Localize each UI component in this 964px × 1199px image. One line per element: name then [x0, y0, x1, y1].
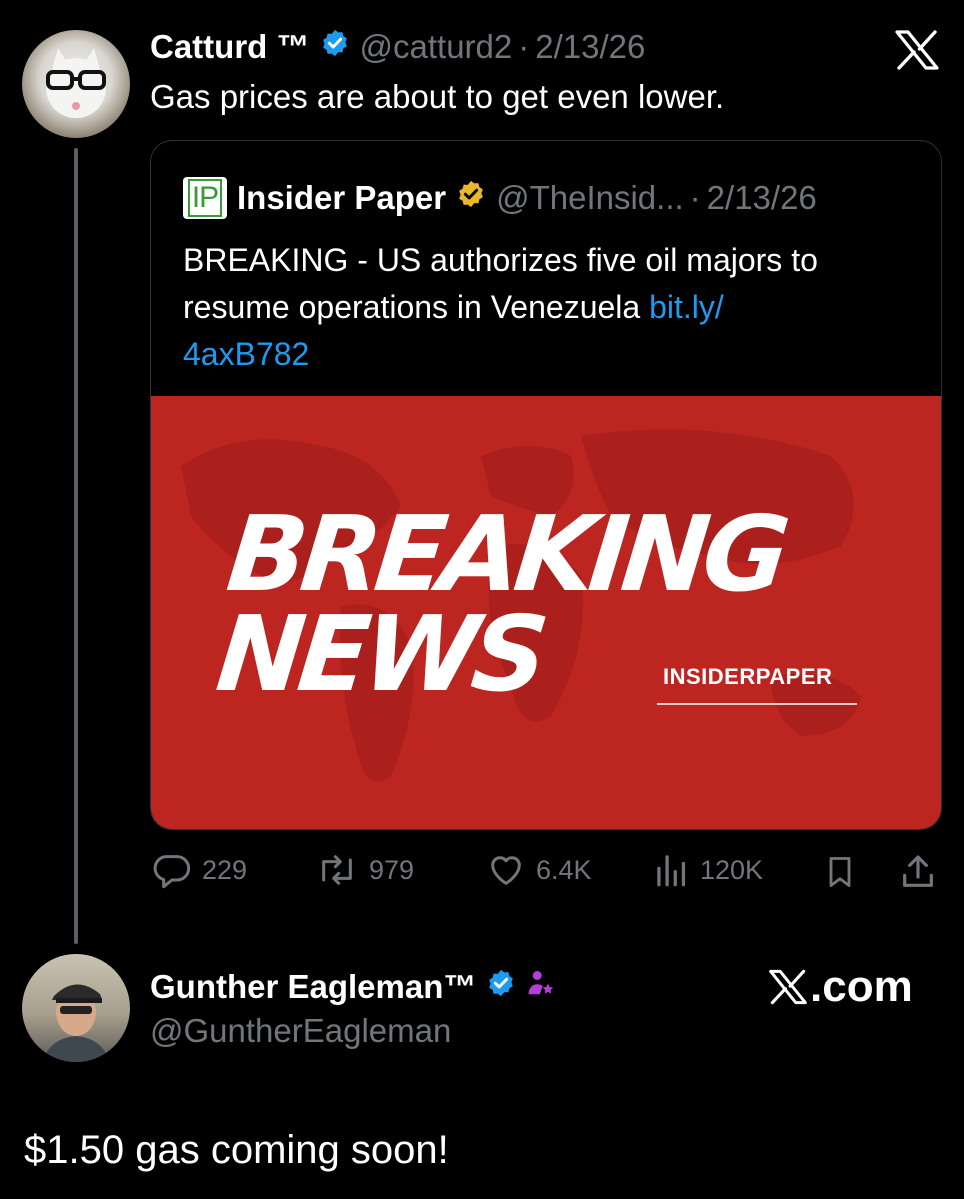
views-action[interactable]: 120K: [654, 850, 763, 890]
reply-text: $1.50 gas coming soon!: [24, 1128, 449, 1172]
tweet-date[interactable]: 2/13/26: [535, 28, 645, 66]
catturd-avatar[interactable]: [22, 30, 130, 138]
verified-gold-icon: [456, 179, 486, 217]
repost-count: 979: [369, 854, 415, 885]
quote-author-name[interactable]: Insider Paper: [237, 179, 446, 217]
repost-icon: [322, 855, 352, 885]
reply-author-name[interactable]: Gunther Eagleman™: [150, 968, 476, 1006]
author-name[interactable]: Catturd ™: [150, 28, 310, 66]
repost-action[interactable]: 979: [315, 850, 414, 890]
breaking-news-image[interactable]: BREAKING NEWS INSIDERPAPER: [151, 396, 941, 829]
share-icon[interactable]: [898, 852, 938, 897]
quote-handle[interactable]: @TheInsid...: [496, 179, 684, 217]
like-action[interactable]: 6.4K: [486, 850, 592, 890]
quoted-tweet-card[interactable]: IP Insider Paper @TheInsid... · 2/13/26 …: [150, 140, 942, 830]
tweet-header: Catturd ™ @catturd2 · 2/13/26: [150, 26, 645, 68]
tweet-text: Gas prices are about to get even lower.: [150, 78, 725, 115]
author-handle[interactable]: @catturd2: [360, 28, 513, 66]
reply-header: Gunther Eagleman™: [150, 966, 556, 1008]
gunther-avatar[interactable]: [22, 954, 130, 1062]
like-count: 6.4K: [536, 854, 592, 885]
reply-icon: [153, 855, 191, 889]
x-logo-icon[interactable]: [894, 30, 940, 70]
quote-header: IP Insider Paper @TheInsid... · 2/13/26: [183, 177, 817, 219]
verified-blue-icon: [486, 968, 516, 1006]
separator-dot: ·: [518, 28, 530, 65]
reply-handle[interactable]: @GuntherEagleman: [150, 1012, 451, 1050]
brand-underline: [657, 703, 857, 705]
subscriber-icon: [526, 968, 556, 1006]
quote-date[interactable]: 2/13/26: [707, 179, 817, 217]
brand-label: INSIDERPAPER: [663, 664, 833, 689]
insider-paper-logo: IP: [183, 177, 227, 219]
headline-line-1: BREAKING: [221, 493, 790, 615]
like-icon: [491, 856, 521, 885]
reply-count: 229: [202, 854, 248, 885]
thread-line: [74, 148, 78, 944]
views-count: 120K: [700, 854, 764, 885]
bookmark-icon[interactable]: [822, 854, 858, 895]
separator-dot: ·: [689, 179, 701, 216]
views-icon: [657, 855, 686, 887]
reply-action[interactable]: 229: [152, 850, 247, 890]
x-logo-icon: [769, 969, 807, 1005]
verified-blue-icon: [320, 28, 350, 66]
watermark-text: .com: [810, 962, 913, 1011]
x-com-watermark: .com: [768, 962, 913, 1012]
quote-text-block: BREAKING - US authorizes five oil majors…: [183, 237, 923, 378]
